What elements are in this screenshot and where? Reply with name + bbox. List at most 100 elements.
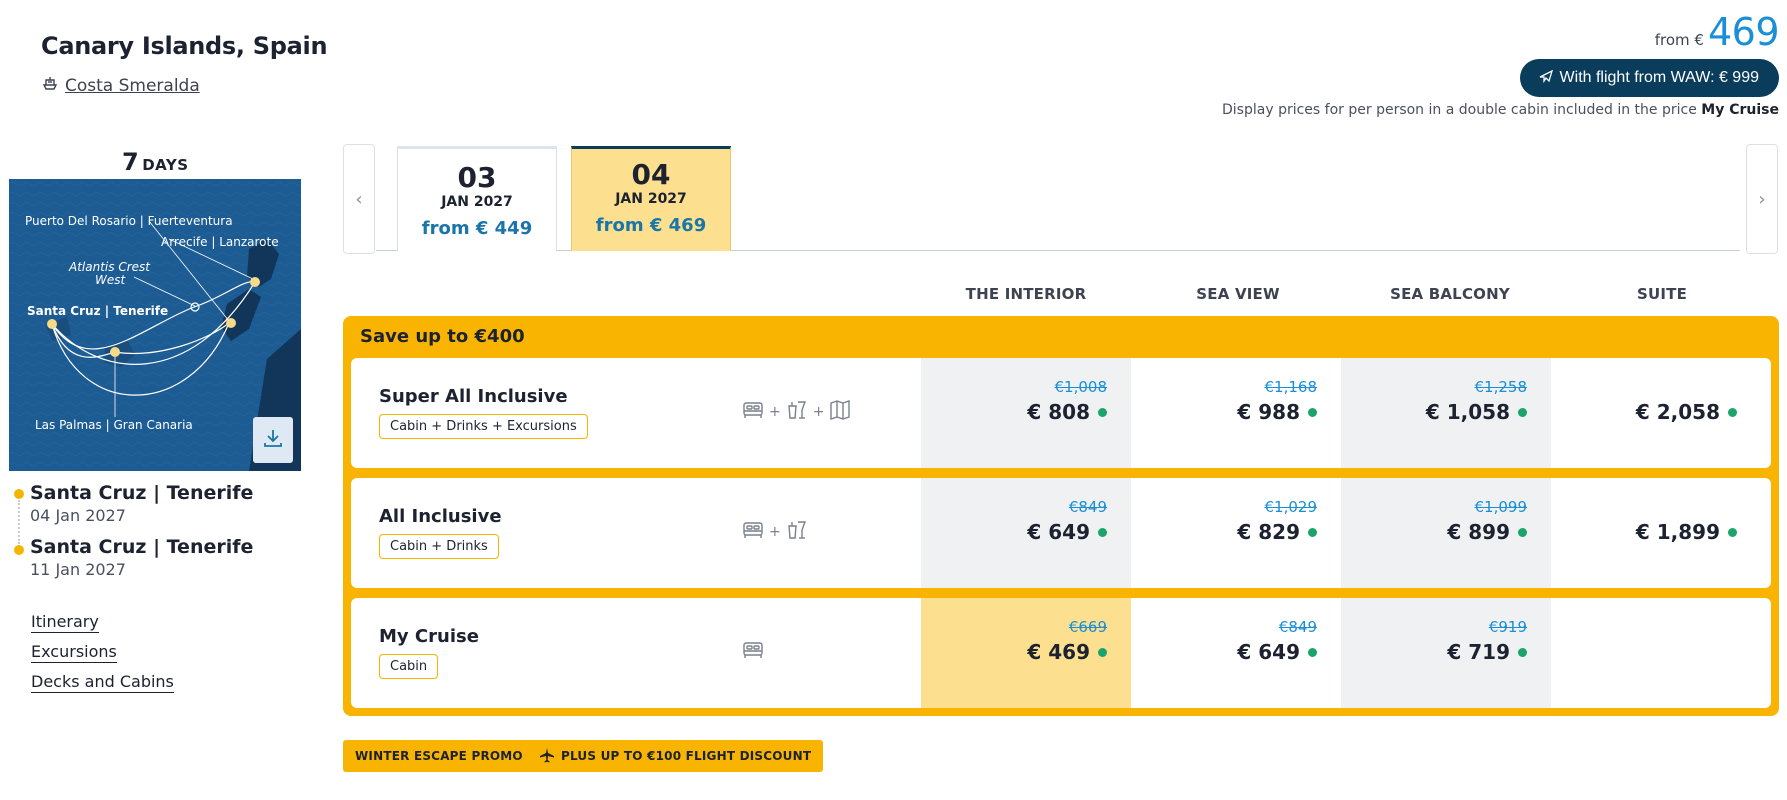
- ship-name[interactable]: Costa Smeralda: [65, 76, 200, 96]
- map-label-atlantis: Atlantis Crest: [68, 260, 151, 274]
- price-cell[interactable]: € 1,899: [1551, 498, 1761, 544]
- old-price: €1,168: [1264, 378, 1318, 396]
- chevron-left-icon: ‹: [355, 188, 363, 210]
- date-tab-selected[interactable]: 04 JAN 2027 from € 469: [571, 146, 731, 251]
- from-price: 469: [1707, 10, 1780, 54]
- date-tab-month: JAN 2027: [441, 194, 513, 210]
- availability-dot: [1728, 407, 1737, 417]
- price-cell[interactable]: €1,258 € 1,058: [1341, 378, 1551, 424]
- promo-winter-label: WINTER ESCAPE PROMO: [355, 749, 523, 763]
- end-port: Santa Cruz | Tenerife 11 Jan 2027: [30, 536, 253, 579]
- display-note: Display prices for per person in a doubl…: [1222, 102, 1779, 118]
- column-sea-balcony: SEA BALCONY: [1390, 285, 1510, 303]
- from-price-block: from € 469: [1654, 10, 1780, 54]
- price-cell[interactable]: €919 € 719: [1341, 618, 1551, 664]
- plus-sign: +: [812, 404, 825, 420]
- price-cell[interactable]: €849 € 649: [921, 498, 1131, 544]
- old-price: €1,029: [1264, 498, 1318, 516]
- drinks-icon: [785, 398, 809, 426]
- availability-dot: [1098, 647, 1107, 657]
- package-icons: +: [741, 518, 809, 546]
- current-price: € 1,899: [1635, 520, 1720, 544]
- days-number: 7: [122, 148, 140, 176]
- start-port-name: Santa Cruz | Tenerife: [30, 482, 254, 504]
- start-port-dot: [14, 489, 24, 499]
- current-price: € 649: [1027, 520, 1090, 544]
- link-decks-cabins[interactable]: Decks and Cabins: [31, 672, 174, 693]
- old-price: €919: [1488, 618, 1527, 636]
- from-label: from €: [1654, 31, 1704, 49]
- package-name: My Cruise: [379, 626, 479, 647]
- package-row-my-cruise: My Cruise Cabin €669 € 469 €849 € 649 €919…: [351, 598, 1771, 708]
- flight-button[interactable]: With flight from WAW: € 999: [1519, 59, 1779, 97]
- bed-icon: [741, 398, 765, 426]
- availability-dot: [1308, 407, 1317, 417]
- duration: 7 DAYS: [122, 148, 189, 176]
- availability-dot: [1518, 527, 1527, 537]
- price-cell[interactable]: € 2,058: [1551, 378, 1761, 424]
- chevron-right-icon: ›: [1758, 188, 1766, 210]
- bed-icon: [741, 638, 765, 666]
- column-suite: SUITE: [1636, 285, 1688, 303]
- date-tab[interactable]: 03 JAN 2027 from € 449: [397, 146, 557, 251]
- current-price: € 469: [1027, 640, 1090, 664]
- dates-next-button[interactable]: ›: [1746, 144, 1778, 254]
- info-links: Itinerary Excursions Decks and Cabins: [31, 612, 174, 693]
- package-icons: [741, 638, 765, 666]
- promo-winter-badge[interactable]: WINTER ESCAPE PROMO: [343, 740, 535, 772]
- current-price: € 1,058: [1425, 400, 1510, 424]
- package-name: Super All Inclusive: [379, 386, 568, 407]
- end-port-dot: [14, 545, 24, 555]
- column-sea-view: SEA VIEW: [1196, 285, 1280, 303]
- price-cell-selected[interactable]: €669 € 469: [921, 618, 1131, 664]
- end-port-date: 11 Jan 2027: [30, 560, 126, 579]
- download-icon: [261, 426, 285, 454]
- package-badge: Cabin + Drinks + Excursions: [379, 414, 588, 439]
- flight-button-label: With flight from WAW: € 999: [1559, 69, 1759, 86]
- map-download-button[interactable]: [253, 417, 293, 463]
- column-interior: THE INTERIOR: [965, 285, 1087, 303]
- old-price: €849: [1278, 618, 1317, 636]
- price-cell[interactable]: €1,099 € 899: [1341, 498, 1551, 544]
- promo-flight-badge[interactable]: PLUS UP TO €100 FLIGHT DISCOUNT: [527, 740, 824, 772]
- page-title: Canary Islands, Spain: [41, 32, 328, 60]
- current-price: € 2,058: [1635, 400, 1720, 424]
- map-label-atlantis-west: West: [95, 273, 127, 287]
- map-label-tenerife: Santa Cruz | Tenerife: [27, 304, 168, 318]
- current-price: € 988: [1237, 400, 1300, 424]
- ship-link[interactable]: Costa Smeralda: [41, 74, 200, 97]
- port-connector: [18, 500, 20, 544]
- date-tab-price: from € 449: [421, 218, 533, 239]
- old-price: €1,258: [1474, 378, 1528, 396]
- link-excursions[interactable]: Excursions: [31, 642, 117, 663]
- map-label-gran-canaria: Las Palmas | Gran Canaria: [35, 418, 193, 432]
- date-tab-price: from € 469: [595, 215, 707, 236]
- display-note-bold: My Cruise: [1701, 102, 1779, 118]
- price-cell[interactable]: €1,168 € 988: [1131, 378, 1341, 424]
- price-cell[interactable]: €1,029 € 829: [1131, 498, 1341, 544]
- drinks-icon: [785, 518, 809, 546]
- ship-icon: [41, 74, 59, 97]
- promo-flight-label: PLUS UP TO €100 FLIGHT DISCOUNT: [561, 749, 812, 763]
- plus-sign: +: [769, 524, 781, 540]
- start-port-date: 04 Jan 2027: [30, 506, 126, 525]
- map-icon: [828, 398, 852, 426]
- price-cell[interactable]: €849 € 649: [1131, 618, 1341, 664]
- current-price: € 808: [1027, 400, 1090, 424]
- current-price: € 649: [1237, 640, 1300, 664]
- old-price: €849: [1068, 498, 1107, 516]
- availability-dot: [1308, 647, 1317, 657]
- price-cell[interactable]: €1,008 € 808: [921, 378, 1131, 424]
- package-badge: Cabin: [379, 654, 439, 679]
- availability-dot: [1098, 527, 1107, 537]
- plus-sign: +: [769, 404, 781, 420]
- old-price: €1,099: [1474, 498, 1528, 516]
- package-row-super-all-inclusive: Super All Inclusive Cabin + Drinks + Exc…: [351, 358, 1771, 468]
- start-port: Santa Cruz | Tenerife 04 Jan 2027: [30, 482, 253, 525]
- dates-prev-button[interactable]: ‹: [343, 144, 375, 254]
- date-tab-day: 03: [457, 161, 497, 194]
- route-map[interactable]: Puerto Del Rosario | Fuerteventura Arrec…: [9, 179, 301, 471]
- package-row-all-inclusive: All Inclusive Cabin + Drinks + €849 € 649…: [351, 478, 1771, 588]
- link-itinerary[interactable]: Itinerary: [31, 612, 99, 633]
- current-price: € 899: [1447, 520, 1510, 544]
